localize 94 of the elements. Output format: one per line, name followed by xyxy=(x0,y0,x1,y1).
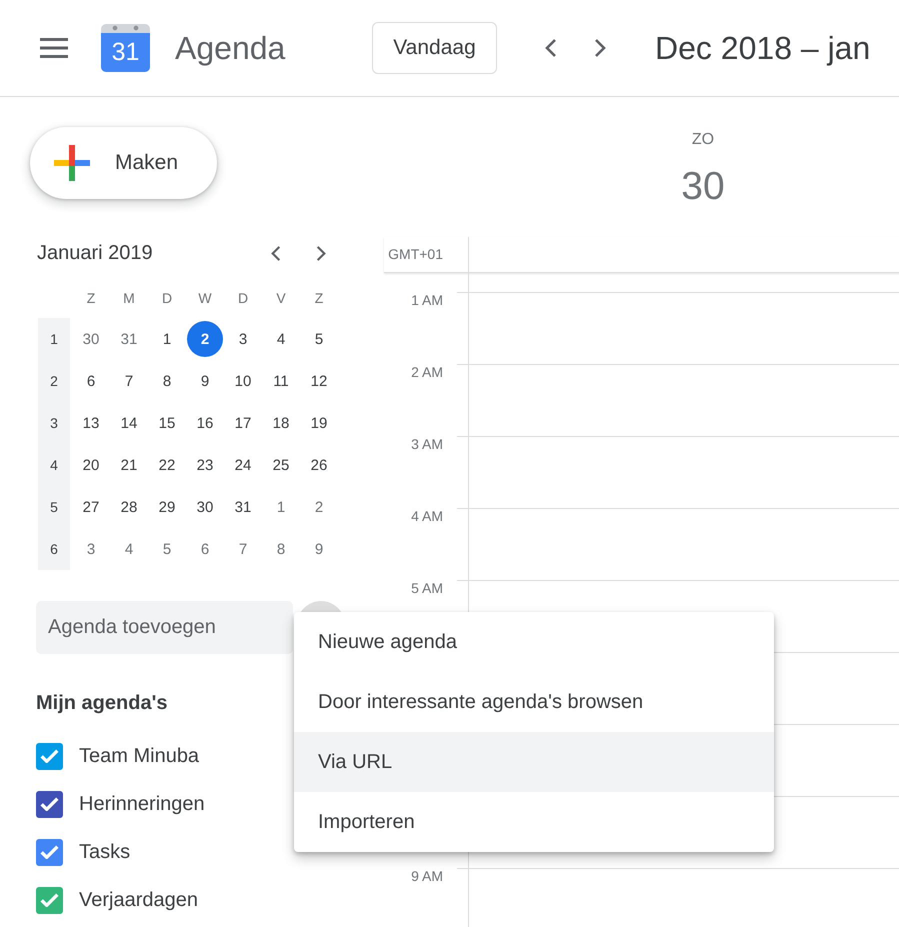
day-cell[interactable]: 9 xyxy=(187,363,223,399)
day-cell[interactable]: 4 xyxy=(263,321,299,357)
weekday-label: Z xyxy=(86,290,96,306)
day-cell[interactable]: 1 xyxy=(149,321,185,357)
calendar-checkbox[interactable] xyxy=(36,742,63,770)
calendar-name: Herinneringen xyxy=(79,792,205,816)
day-cell[interactable]: 31 xyxy=(225,489,261,525)
day-cell[interactable]: 10 xyxy=(225,363,261,399)
calendar-checkbox[interactable] xyxy=(36,838,63,866)
chevron-right-icon xyxy=(594,38,606,58)
day-cell[interactable]: 14 xyxy=(111,405,147,441)
week-number: 2 xyxy=(38,360,70,402)
week-number: 3 xyxy=(38,402,70,444)
day-cell[interactable]: 22 xyxy=(149,447,185,483)
day-cell[interactable]: 3 xyxy=(73,531,109,567)
day-cell[interactable]: 3 xyxy=(225,321,261,357)
menu-item[interactable]: Via URL xyxy=(294,732,774,792)
hour-label: 2 AM xyxy=(411,363,443,381)
weekday-label: M xyxy=(123,290,135,306)
day-cell[interactable]: 31 xyxy=(111,321,147,357)
day-cell[interactable]: 17 xyxy=(225,405,261,441)
weekday-label: D xyxy=(162,290,172,306)
day-cell[interactable]: 2 xyxy=(187,321,223,357)
calendar-name: Verjaardagen xyxy=(79,888,198,912)
day-cell[interactable]: 4 xyxy=(111,531,147,567)
day-cell[interactable]: 7 xyxy=(225,531,261,567)
menu-icon xyxy=(40,38,68,58)
checkmark-icon xyxy=(40,749,59,763)
day-cell[interactable]: 9 xyxy=(301,531,337,567)
week-number: 1 xyxy=(38,318,70,360)
day-cell[interactable]: 7 xyxy=(111,363,147,399)
menu-item[interactable]: Door interessante agenda's browsen xyxy=(294,672,774,732)
create-button[interactable]: Maken xyxy=(30,127,217,199)
day-cell[interactable]: 25 xyxy=(263,447,299,483)
day-cell[interactable]: 8 xyxy=(149,363,185,399)
day-cell[interactable]: 23 xyxy=(187,447,223,483)
app-title: Agenda xyxy=(175,30,286,66)
day-cell[interactable]: 26 xyxy=(301,447,337,483)
chevron-left-icon xyxy=(545,38,557,58)
day-cell[interactable]: 5 xyxy=(149,531,185,567)
day-cell[interactable]: 30 xyxy=(73,321,109,357)
calendar-logo: 31 xyxy=(101,24,150,72)
plus-icon xyxy=(54,145,90,181)
day-cell[interactable]: 12 xyxy=(301,363,337,399)
day-cell[interactable]: 6 xyxy=(73,363,109,399)
hour-label: 1 AM xyxy=(411,291,443,309)
hour-label: 3 AM xyxy=(411,435,443,453)
day-cell[interactable]: 13 xyxy=(73,405,109,441)
checkmark-icon xyxy=(40,845,59,859)
weekday-label: W xyxy=(198,290,212,306)
menu-item[interactable]: Importeren xyxy=(294,792,774,852)
chevron-left-icon xyxy=(271,244,281,262)
calendar-checkbox[interactable] xyxy=(36,790,63,818)
checkmark-icon xyxy=(40,797,59,811)
day-cell[interactable]: 11 xyxy=(263,363,299,399)
day-cell[interactable]: 8 xyxy=(263,531,299,567)
date-range-title: Dec 2018 – jan xyxy=(655,30,870,66)
calendar-checkbox[interactable] xyxy=(36,886,63,914)
today-button[interactable]: Vandaag xyxy=(372,22,497,74)
day-number[interactable]: 30 xyxy=(681,165,725,209)
week-number: 5 xyxy=(38,486,70,528)
day-cell[interactable]: 15 xyxy=(149,405,185,441)
day-cell[interactable]: 6 xyxy=(187,531,223,567)
hour-label: 9 AM xyxy=(411,867,443,885)
day-cell[interactable]: 16 xyxy=(187,405,223,441)
day-name: ZO xyxy=(692,130,714,150)
day-cell[interactable]: 24 xyxy=(225,447,261,483)
section-heading: Mijn agenda's xyxy=(36,691,168,716)
checkmark-icon xyxy=(40,893,59,907)
chevron-right-icon xyxy=(316,244,326,262)
weekday-label: V xyxy=(276,290,286,306)
weekday-label: Z xyxy=(314,290,324,306)
day-cell[interactable]: 20 xyxy=(73,447,109,483)
day-cell[interactable]: 29 xyxy=(149,489,185,525)
day-cell[interactable]: 1 xyxy=(263,489,299,525)
day-cell[interactable]: 21 xyxy=(111,447,147,483)
calendar-name: Team Minuba xyxy=(79,744,200,768)
add-calendar-field[interactable]: Agenda toevoegen xyxy=(36,601,293,654)
day-cell[interactable]: 30 xyxy=(187,489,223,525)
menu-item[interactable]: Nieuwe agenda xyxy=(294,612,774,672)
day-cell[interactable]: 2 xyxy=(301,489,337,525)
weekday-label: D xyxy=(238,290,248,306)
calendar-name: Tasks xyxy=(79,840,130,864)
week-number: 6 xyxy=(38,528,70,570)
week-number: 4 xyxy=(38,444,70,486)
timezone-label: GMT+01 xyxy=(388,246,443,262)
day-cell[interactable]: 5 xyxy=(301,321,337,357)
day-cell[interactable]: 19 xyxy=(301,405,337,441)
hour-label: 5 AM xyxy=(411,579,443,597)
day-cell[interactable]: 27 xyxy=(73,489,109,525)
day-cell[interactable]: 28 xyxy=(111,489,147,525)
day-cell[interactable]: 18 xyxy=(263,405,299,441)
hour-label: 4 AM xyxy=(411,507,443,525)
month-title: Januari 2019 xyxy=(36,242,153,264)
